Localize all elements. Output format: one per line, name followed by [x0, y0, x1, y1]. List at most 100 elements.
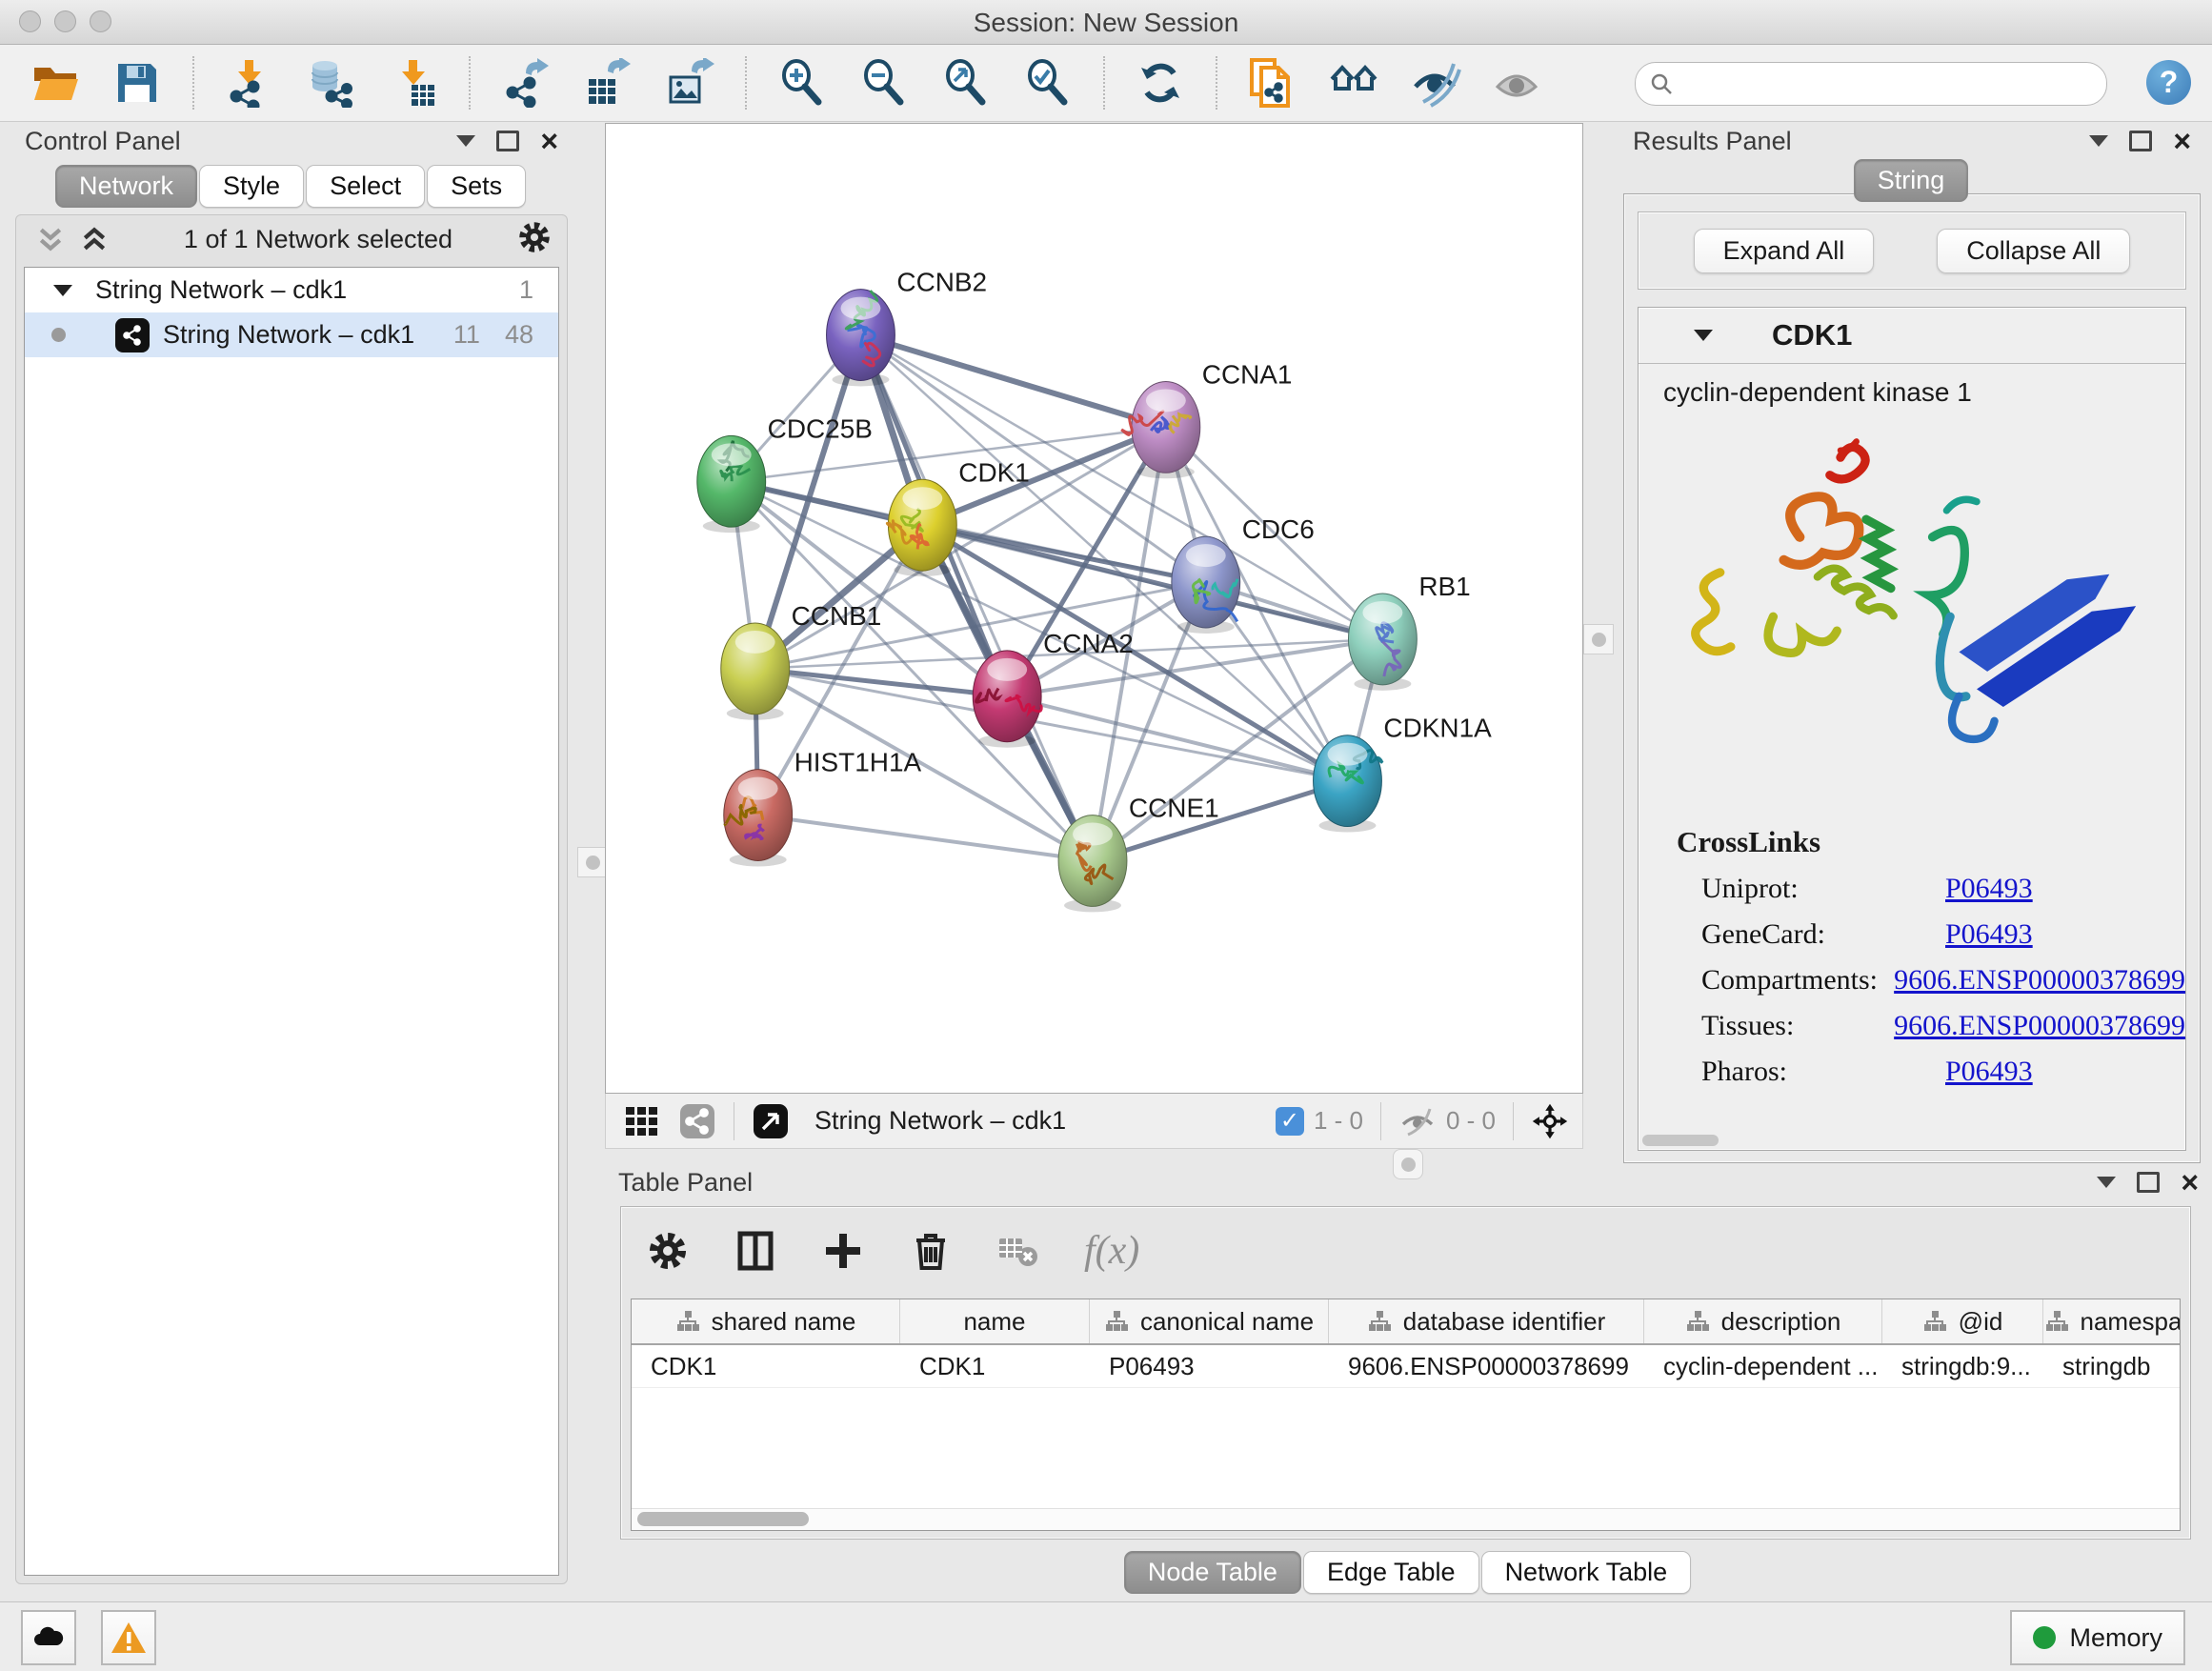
node-table[interactable]: shared namenamecanonical namedatabase id… — [631, 1299, 2181, 1531]
network-node-ccna2[interactable] — [973, 651, 1041, 742]
selected-items-checkbox[interactable]: ✓ — [1276, 1107, 1304, 1136]
network-node-ccnb2[interactable] — [827, 290, 895, 381]
birds-eye-view-button[interactable] — [752, 1102, 790, 1140]
collapse-all-networks-icon[interactable] — [31, 223, 70, 255]
crosslink-link[interactable]: 9606.ENSP00000378699 — [1894, 964, 2185, 997]
cloud-status-button[interactable] — [21, 1610, 76, 1665]
help-button[interactable]: ? — [2146, 60, 2191, 105]
network-edge[interactable] — [860, 335, 1093, 861]
column-header-database-identifier[interactable]: database identifier — [1329, 1299, 1644, 1343]
table-options-button gear-icon[interactable] — [646, 1229, 690, 1273]
zoom-out-button[interactable] — [857, 56, 911, 110]
float-panel-icon[interactable] — [2137, 1172, 2160, 1193]
tab-sets[interactable]: Sets — [427, 165, 526, 208]
show-grid-button[interactable] — [623, 1102, 661, 1140]
hide-graphics-button[interactable] — [1410, 56, 1463, 110]
network-node-cdkn1a[interactable] — [1314, 735, 1383, 827]
close-panel-icon[interactable]: × — [2181, 1173, 2199, 1192]
open-session-button[interactable] — [29, 56, 82, 110]
network-row[interactable]: String Network – cdk1 11 48 — [25, 312, 558, 357]
network-node-ccna1[interactable] — [1121, 381, 1200, 473]
save-session-button[interactable] — [111, 56, 164, 110]
expand-all-networks-icon[interactable] — [75, 223, 113, 255]
table-row[interactable]: CDK1CDK1P064939606.ENSP00000378699cyclin… — [632, 1345, 2180, 1388]
tab-network-table[interactable]: Network Table — [1481, 1551, 1692, 1594]
show-graphics-button[interactable] — [1492, 56, 1545, 110]
network-graph[interactable]: CCNB2CCNA1CDC25BCDK1CDC6RB1CCNB1CCNA2CDK… — [606, 124, 1582, 1093]
tab-network[interactable]: Network — [55, 165, 197, 208]
expand-all-button[interactable]: Expand All — [1694, 229, 1875, 273]
table-cell[interactable]: P06493 — [1090, 1345, 1329, 1387]
table-cell[interactable]: stringdb:9... — [1882, 1345, 2043, 1387]
panel-menu-icon[interactable] — [2089, 135, 2108, 147]
export-network-button[interactable] — [499, 56, 553, 110]
column-header-namespac[interactable]: namespac — [2043, 1299, 2181, 1343]
network-node-rb1[interactable] — [1348, 594, 1417, 685]
network-node-cdc25b[interactable] — [697, 435, 766, 527]
tab-node-table[interactable]: Node Table — [1124, 1551, 1301, 1594]
column-header-name[interactable]: name — [900, 1299, 1090, 1343]
zoom-in-button[interactable] — [775, 56, 829, 110]
tab-edge-table[interactable]: Edge Table — [1303, 1551, 1479, 1594]
table-cell[interactable]: cyclin-dependent ... — [1644, 1345, 1882, 1387]
close-panel-icon[interactable]: × — [540, 131, 558, 151]
network-node-ccne1[interactable] — [1058, 815, 1127, 907]
network-options-button[interactable] — [517, 220, 552, 259]
clone-network-button[interactable] — [1246, 56, 1299, 110]
network-node-cdk1[interactable] — [887, 479, 956, 571]
create-column-button plus-icon[interactable] — [821, 1229, 865, 1273]
pan-mode-button[interactable] — [1531, 1102, 1569, 1140]
apply-layout-button[interactable] — [1134, 56, 1187, 110]
warnings-button[interactable] — [101, 1610, 156, 1665]
delete-column-button trash-icon[interactable] — [909, 1229, 953, 1273]
column-header-canonical-name[interactable]: canonical name — [1090, 1299, 1329, 1343]
network-view-share-button[interactable] — [678, 1102, 716, 1140]
network-collection-row[interactable]: String Network – cdk1 1 — [25, 268, 558, 312]
table-cell[interactable]: CDK1 — [632, 1345, 900, 1387]
toolbar-search-field[interactable] — [1635, 62, 2107, 106]
right-splitter-handle[interactable] — [1583, 624, 1614, 654]
crosslinks-scrollbar[interactable] — [1642, 1135, 1719, 1146]
table-horizontal-scrollbar[interactable] — [632, 1508, 2180, 1530]
export-table-button[interactable] — [581, 56, 634, 110]
column-header--id[interactable]: @id — [1882, 1299, 2043, 1343]
network-edge[interactable] — [860, 335, 1165, 428]
function-builder-button[interactable]: f(x) — [1084, 1228, 1139, 1274]
crosslink-link[interactable]: P06493 — [1945, 1056, 2033, 1088]
network-node-hist1h1a[interactable] — [724, 770, 793, 861]
table-cell[interactable]: CDK1 — [900, 1345, 1090, 1387]
network-node-ccnb1[interactable] — [721, 623, 790, 715]
zoom-selected-button[interactable] — [1021, 56, 1075, 110]
float-panel-icon[interactable] — [2129, 131, 2152, 151]
scrollbar-thumb[interactable] — [637, 1512, 809, 1526]
delete-table-button table-delete-icon[interactable] — [996, 1229, 1040, 1273]
tab-string[interactable]: String — [1854, 159, 1969, 202]
table-cell[interactable]: 9606.ENSP00000378699 — [1329, 1345, 1644, 1387]
column-header-description[interactable]: description — [1644, 1299, 1882, 1343]
network-view-canvas[interactable]: CCNB2CCNA1CDC25BCDK1CDC6RB1CCNB1CCNA2CDK… — [605, 123, 1583, 1094]
collection-expander-icon[interactable] — [53, 285, 72, 296]
crosslink-link[interactable]: 9606.ENSP00000378699 — [1894, 1010, 2185, 1042]
collapse-all-button[interactable]: Collapse All — [1937, 229, 2130, 273]
search-input[interactable] — [1687, 66, 2093, 102]
protein-header[interactable]: CDK1 — [1639, 308, 2185, 364]
import-network-database-button[interactable] — [305, 56, 358, 110]
import-table-file-button[interactable] — [387, 56, 440, 110]
show-columns-button columns-icon[interactable] — [734, 1229, 777, 1273]
export-image-button[interactable] — [663, 56, 716, 110]
left-splitter-handle[interactable] — [577, 847, 608, 877]
close-panel-icon[interactable]: × — [2173, 131, 2191, 151]
memory-button[interactable]: Memory — [2010, 1610, 2185, 1665]
crosslink-link[interactable]: P06493 — [1945, 873, 2033, 905]
first-neighbors-button[interactable] — [1328, 56, 1381, 110]
crosslink-link[interactable]: P06493 — [1945, 918, 2033, 951]
panel-menu-icon[interactable] — [456, 135, 475, 147]
fit-content-button[interactable] — [939, 56, 993, 110]
table-cell[interactable]: stringdb — [2043, 1345, 2181, 1387]
column-header-shared-name[interactable]: shared name — [632, 1299, 900, 1343]
network-edge[interactable] — [758, 815, 1093, 861]
tab-style[interactable]: Style — [199, 165, 304, 208]
hidden-items-indicator[interactable] — [1398, 1102, 1437, 1140]
network-node-cdc6[interactable] — [1172, 536, 1240, 628]
float-panel-icon[interactable] — [496, 131, 519, 151]
